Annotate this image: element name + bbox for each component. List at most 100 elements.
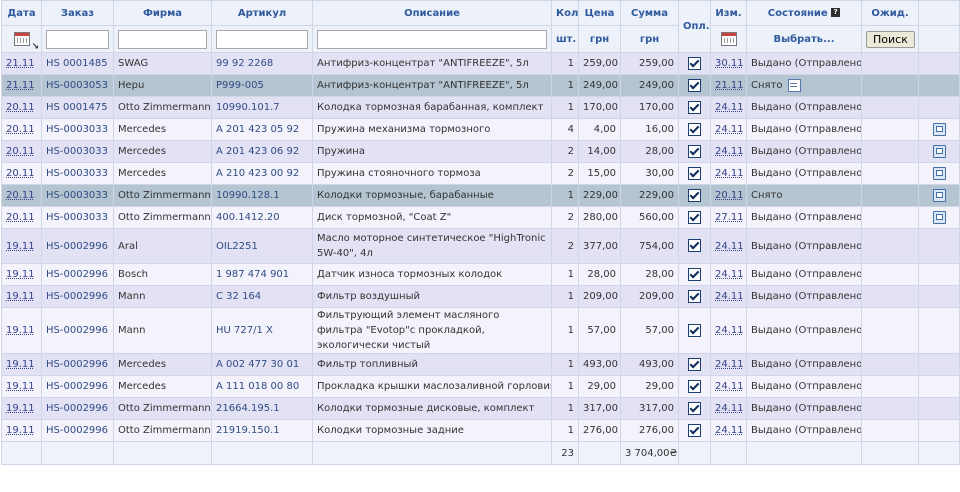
total-sum: 3 704,00₴ bbox=[620, 441, 679, 465]
changed-date-link[interactable]: 27.11 bbox=[715, 212, 744, 223]
firm-name: Mercedes bbox=[113, 162, 212, 185]
changed-date-link[interactable]: 24.11 bbox=[715, 146, 744, 157]
table-row: 20.11 HS-0003033 Mercedes A 201 423 05 92 Пр… bbox=[1, 118, 960, 141]
order-date-link[interactable]: 21.11 bbox=[6, 58, 35, 69]
message-icon[interactable] bbox=[932, 122, 946, 136]
note-icon[interactable] bbox=[788, 78, 802, 92]
order-date-link[interactable]: 19.11 bbox=[6, 241, 35, 252]
item-qty: 2 bbox=[551, 206, 579, 229]
changed-date-link[interactable]: 24.11 bbox=[715, 168, 744, 179]
table-row: 19.11 HS-0002996 Aral OIL2251 Масло моторное… bbox=[1, 228, 960, 264]
col-changed[interactable]: Изм. bbox=[710, 0, 747, 26]
item-description: Масло моторное синтетическое "HighTronic… bbox=[312, 228, 552, 264]
paid-checkbox[interactable] bbox=[688, 100, 701, 114]
order-filter-input[interactable] bbox=[46, 29, 109, 49]
sort-arrow-icon[interactable]: ↘ bbox=[31, 42, 39, 52]
calendar-icon[interactable] bbox=[720, 32, 737, 46]
paid-cell bbox=[678, 353, 711, 376]
paid-checkbox[interactable] bbox=[688, 144, 701, 158]
paid-cell bbox=[678, 118, 711, 141]
message-icon[interactable] bbox=[932, 188, 946, 202]
status-select[interactable]: Выбрать... bbox=[746, 25, 862, 53]
paid-checkbox[interactable] bbox=[688, 188, 701, 202]
search-button[interactable]: Поиск bbox=[866, 30, 915, 48]
status-cell: Снято bbox=[746, 74, 862, 97]
paid-checkbox[interactable] bbox=[688, 323, 701, 337]
col-article[interactable]: Артикул bbox=[211, 0, 313, 26]
message-icon[interactable] bbox=[932, 144, 946, 158]
article-filter-input[interactable] bbox=[216, 29, 308, 49]
changed-date-link[interactable]: 24.11 bbox=[715, 381, 744, 392]
col-date[interactable]: Дата bbox=[1, 0, 42, 26]
description-filter-input[interactable] bbox=[317, 29, 547, 49]
article-code: 10990.128.1 bbox=[211, 184, 313, 207]
filter-order-cell bbox=[41, 25, 114, 53]
message-icon[interactable] bbox=[932, 166, 946, 180]
table-row: 19.11 HS-0002996 Mercedes A 111 018 00 80 Пр… bbox=[1, 375, 960, 398]
col-status[interactable]: Состояние ? bbox=[746, 0, 862, 26]
paid-cell bbox=[678, 184, 711, 207]
changed-date-link[interactable]: 24.11 bbox=[715, 291, 744, 302]
paid-checkbox[interactable] bbox=[688, 423, 701, 437]
order-date-link[interactable]: 21.11 bbox=[6, 80, 35, 91]
message-icon[interactable] bbox=[932, 210, 946, 224]
order-date-link[interactable]: 20.11 bbox=[6, 124, 35, 135]
col-sum[interactable]: Сумма bbox=[620, 0, 679, 26]
extra-cell bbox=[918, 184, 960, 207]
paid-checkbox[interactable] bbox=[688, 289, 701, 303]
paid-checkbox[interactable] bbox=[688, 239, 701, 252]
order-date-link[interactable]: 19.11 bbox=[6, 291, 35, 302]
paid-checkbox[interactable] bbox=[688, 122, 701, 136]
status-cell: Выдано (Отправлено) bbox=[746, 263, 862, 286]
order-date-link[interactable]: 20.11 bbox=[6, 102, 35, 113]
col-description[interactable]: Описание bbox=[312, 0, 552, 26]
changed-date-link[interactable]: 24.11 bbox=[715, 325, 744, 336]
changed-date-link[interactable]: 30.11 bbox=[715, 58, 744, 69]
order-date-link[interactable]: 19.11 bbox=[6, 425, 35, 436]
calendar-icon[interactable] bbox=[13, 32, 30, 46]
paid-checkbox[interactable] bbox=[688, 78, 701, 92]
changed-date-link[interactable]: 24.11 bbox=[715, 425, 744, 436]
changed-date-link[interactable]: 24.11 bbox=[715, 359, 744, 370]
table-row: 19.11 HS-0002996 Mann C 32 164 Фильтр воздуш… bbox=[1, 285, 960, 308]
changed-date-link[interactable]: 24.11 bbox=[715, 102, 744, 113]
changed-date-link[interactable]: 24.11 bbox=[715, 124, 744, 135]
status-text: Выдано (Отправлено) bbox=[751, 325, 862, 336]
col-extra bbox=[918, 0, 960, 26]
item-price: 28,00 bbox=[578, 263, 621, 286]
changed-date-link[interactable]: 20.11 bbox=[715, 190, 744, 201]
status-cell: Выдано (Отправлено) bbox=[746, 140, 862, 163]
col-price[interactable]: Цена bbox=[578, 0, 621, 26]
paid-checkbox[interactable] bbox=[688, 166, 701, 180]
order-date-link[interactable]: 20.11 bbox=[6, 146, 35, 157]
paid-checkbox[interactable] bbox=[688, 357, 701, 371]
paid-checkbox[interactable] bbox=[688, 267, 701, 281]
order-date-link[interactable]: 20.11 bbox=[6, 212, 35, 223]
paid-checkbox[interactable] bbox=[688, 379, 701, 393]
order-date-link[interactable]: 19.11 bbox=[6, 359, 35, 370]
article-code: OIL2251 bbox=[211, 228, 313, 264]
order-date-link[interactable]: 19.11 bbox=[6, 381, 35, 392]
firm-filter-input[interactable] bbox=[118, 29, 207, 49]
col-order[interactable]: Заказ bbox=[41, 0, 114, 26]
paid-checkbox[interactable] bbox=[688, 401, 701, 415]
item-qty: 1 bbox=[551, 307, 579, 354]
order-date-link[interactable]: 20.11 bbox=[6, 168, 35, 179]
order-date-link[interactable]: 20.11 bbox=[6, 190, 35, 201]
changed-date-link[interactable]: 21.11 bbox=[715, 80, 744, 91]
col-paid[interactable]: Опл. bbox=[678, 0, 711, 53]
paid-checkbox[interactable] bbox=[688, 56, 701, 70]
firm-name: Mann bbox=[113, 307, 212, 354]
changed-date-link[interactable]: 24.11 bbox=[715, 269, 744, 280]
order-date-link[interactable]: 19.11 bbox=[6, 269, 35, 280]
paid-checkbox[interactable] bbox=[688, 210, 701, 224]
help-icon[interactable]: ? bbox=[831, 8, 841, 17]
col-qty[interactable]: Кол bbox=[551, 0, 579, 26]
col-wait[interactable]: Ожид. bbox=[861, 0, 919, 26]
table-row: 19.11 HS-0002996 Mercedes A 002 477 30 01 Фи… bbox=[1, 353, 960, 376]
changed-date-link[interactable]: 24.11 bbox=[715, 403, 744, 414]
col-firm[interactable]: Фирма bbox=[113, 0, 212, 26]
order-date-link[interactable]: 19.11 bbox=[6, 325, 35, 336]
changed-date-link[interactable]: 24.11 bbox=[715, 241, 744, 252]
order-date-link[interactable]: 19.11 bbox=[6, 403, 35, 414]
